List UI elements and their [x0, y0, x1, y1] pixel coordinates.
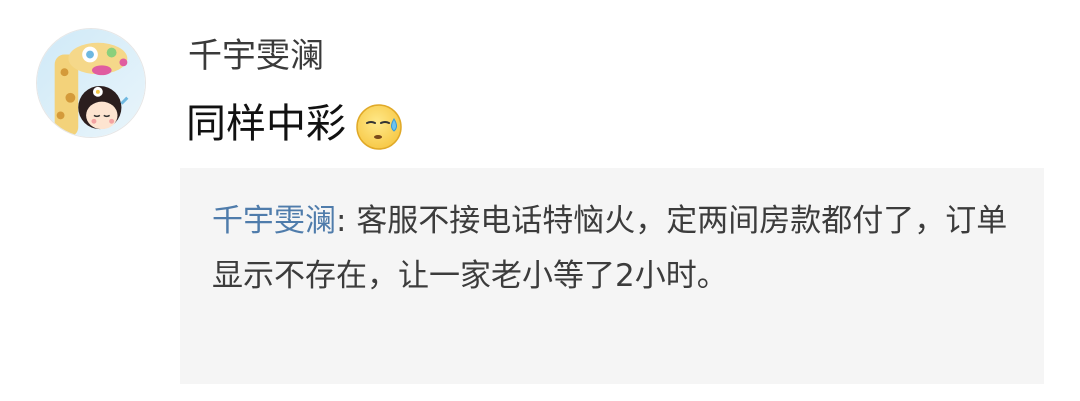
comment-author[interactable]: 千宇雯澜 — [188, 34, 324, 78]
quoted-author-link[interactable]: 千宇雯澜 — [212, 203, 336, 239]
quoted-comment-content: 千宇雯澜: 客服不接电话特恼火，定两间房款都付了，订单显示不存在，让一家老小等了… — [212, 194, 1012, 304]
cartoon-girl-avatar-icon — [37, 29, 145, 137]
comment-card: 千宇雯澜 同样中彩 千宇雯澜: 客服不接电话特恼火，定两间房款都付了，订单显示不… — [0, 0, 1080, 401]
quoted-comment[interactable]: 千宇雯澜: 客服不接电话特恼火，定两间房款都付了，订单显示不存在，让一家老小等了… — [180, 168, 1044, 384]
comment-body: 同样中彩 — [186, 96, 404, 152]
sweat-face-emoji-icon — [354, 101, 404, 151]
avatar[interactable] — [36, 28, 146, 138]
quoted-separator: : — [336, 203, 357, 239]
comment-text: 同样中彩 — [186, 101, 346, 147]
